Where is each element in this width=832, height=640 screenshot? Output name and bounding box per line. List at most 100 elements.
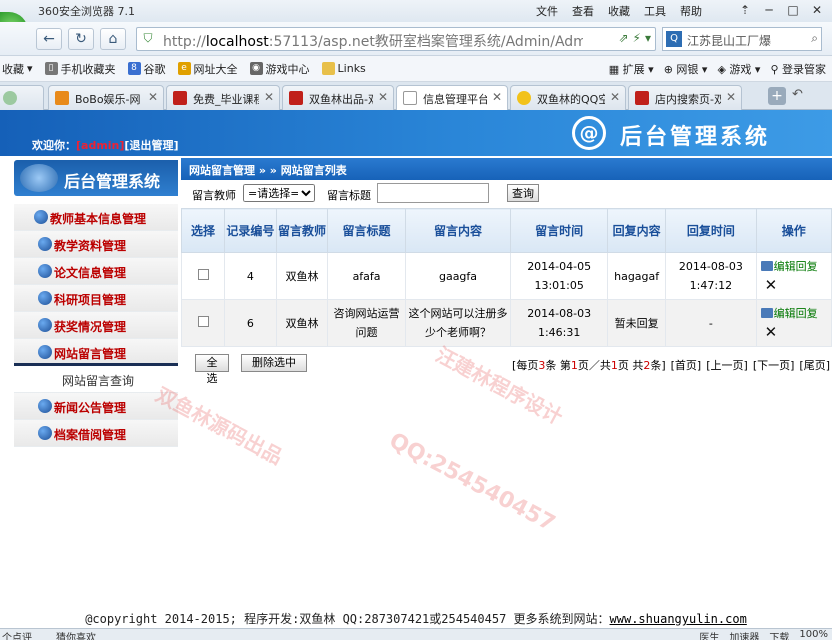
table-row: 4 双鱼林 afafa gaagfa 2014-04-05 13:01:05 h… xyxy=(180,252,832,300)
sidebar-item-awards[interactable]: 获奖情况管理 xyxy=(14,312,178,339)
menu-file[interactable]: 文件 xyxy=(536,3,558,19)
row-reply-time: - xyxy=(665,299,757,347)
tab-free[interactable]: 免费_毕业课程 ✕ xyxy=(166,85,280,110)
footer-text: @copyright 2014-2015; 程序开发:双鱼林 QQ:287307… xyxy=(85,612,610,626)
gear-icon xyxy=(38,291,52,305)
bank-button[interactable]: ⊕ 网银 ▾ xyxy=(664,61,708,77)
tab-info-platform[interactable]: 信息管理平台 ✕ xyxy=(396,85,508,111)
search-input[interactable]: 江苏昆山工厂爆 xyxy=(687,32,797,49)
sidebar-item-archive[interactable]: 档案借阅管理 xyxy=(14,420,178,447)
share-icon[interactable]: ⇗ xyxy=(618,31,628,45)
tab-close-icon[interactable]: ✕ xyxy=(492,90,502,104)
status-doctor[interactable]: 医生 xyxy=(699,629,719,640)
tab-label: 店内搜索页-双 xyxy=(655,93,721,106)
refresh-icon[interactable]: ↻ xyxy=(68,28,94,50)
delete-selected-button[interactable]: 删除选中 xyxy=(241,354,307,372)
edit-reply-link[interactable]: 编辑回复 xyxy=(774,260,818,273)
search-engine-icon[interactable]: Q xyxy=(666,31,682,47)
row-checkbox[interactable] xyxy=(197,268,209,280)
filter-bar: 留言教师 =请选择= 留言标题 查询 xyxy=(181,180,832,208)
select-all-button[interactable]: 全选 xyxy=(195,354,229,385)
tab-close-icon[interactable]: ✕ xyxy=(726,90,736,104)
maximize-icon[interactable]: □ xyxy=(782,1,804,19)
search-button[interactable]: 查询 xyxy=(507,184,539,202)
edit-reply-link[interactable]: 编辑回复 xyxy=(774,307,818,320)
delete-icon[interactable]: ✕ xyxy=(765,323,778,341)
tab-close-icon[interactable]: ✕ xyxy=(148,90,158,104)
status-zoom[interactable]: 100% xyxy=(799,629,828,640)
sidebar-subitem-message-query[interactable]: 网站留言查询 xyxy=(14,366,178,393)
sidebar-item-messages[interactable]: 网站留言管理 xyxy=(14,339,178,366)
sidebar-item-teacher[interactable]: 教师基本信息管理 xyxy=(14,204,178,231)
url-input[interactable]: ⛉ http://localhost:57113/asp.net教研室档案管理系… xyxy=(136,27,656,51)
fav-google[interactable]: 8 谷歌 xyxy=(127,61,166,77)
pager-prev[interactable]: [上一页] xyxy=(706,359,748,372)
new-tab-icon[interactable]: + xyxy=(768,87,786,105)
search-icon[interactable]: ⌕ xyxy=(811,31,818,46)
teacher-select[interactable]: =请选择= xyxy=(243,184,315,202)
home-icon[interactable]: ⌂ xyxy=(100,28,126,50)
sidebar-item-label: 教师基本信息管理 xyxy=(50,212,147,226)
tab-store[interactable]: 店内搜索页-双 ✕ xyxy=(628,85,742,110)
row-select-cell xyxy=(180,252,226,300)
logout-link[interactable]: [退出管理] xyxy=(124,139,178,152)
sidebar-item-papers[interactable]: 论文信息管理 xyxy=(14,258,178,285)
tab-bobo[interactable]: BoBo娱乐-网 ✕ xyxy=(48,85,164,110)
row-checkbox[interactable] xyxy=(197,315,209,327)
login-manager-button[interactable]: ⚲ 登录管家 xyxy=(770,61,826,77)
fav-collect[interactable]: 收藏 ▾ xyxy=(2,61,33,77)
minimize-icon[interactable]: ─ xyxy=(758,1,780,19)
table-header-row: 选择 记录编号 留言教师 留言标题 留言内容 留言时间 回复内容 回复时间 操作 xyxy=(180,208,832,253)
status-download[interactable]: 下载 xyxy=(769,629,789,640)
close-icon[interactable]: ✕ xyxy=(806,1,828,19)
tab-bar: BoBo娱乐-网 ✕ 免费_毕业课程 ✕ 双鱼林出品-双 ✕ 信息管理平台 ✕ 双鱼林的… xyxy=(0,82,832,111)
search-box[interactable]: Q 江苏昆山工厂爆 ⌕ xyxy=(662,27,822,51)
sidebar-item-news[interactable]: 新闻公告管理 xyxy=(14,393,178,420)
status-mid[interactable]: 猜你喜欢 xyxy=(56,629,96,640)
tab-close-icon[interactable]: ✕ xyxy=(378,90,388,104)
col-header-select: 选择 xyxy=(180,208,226,253)
row-id: 4 xyxy=(224,252,277,300)
tab-shuangyulin[interactable]: 双鱼林出品-双 ✕ xyxy=(282,85,394,110)
sidebar-item-label: 科研项目管理 xyxy=(54,293,127,307)
status-accelerator[interactable]: 加速器 xyxy=(729,629,759,640)
fav-mobile[interactable]: ▯ 手机收藏夹 xyxy=(44,61,116,77)
footer-link[interactable]: www.shuangyulin.com xyxy=(610,612,747,626)
menu-help[interactable]: 帮助 xyxy=(680,3,702,19)
shield-icon: ⛉ xyxy=(143,31,153,45)
pager-first[interactable]: [首页] xyxy=(671,359,702,372)
menu-view[interactable]: 查看 xyxy=(572,3,594,19)
row-actions: 编辑回复 ✕ xyxy=(755,299,832,347)
menu-favorites[interactable]: 收藏 xyxy=(608,3,630,19)
tab-label: 双鱼林的QQ空 xyxy=(537,93,605,106)
fav-label: 游戏中心 xyxy=(265,62,310,76)
tab-qq[interactable]: 双鱼林的QQ空 ✕ xyxy=(510,85,626,110)
delete-icon[interactable]: ✕ xyxy=(765,276,778,294)
row-select-cell xyxy=(180,299,226,347)
undo-icon[interactable]: ↶ xyxy=(792,87,803,102)
dropdown-icon[interactable]: ▾ xyxy=(645,31,651,45)
extensions-button[interactable]: ▦ 扩展 ▾ xyxy=(609,61,654,77)
title-input[interactable] xyxy=(377,183,489,203)
tab-cloud[interactable] xyxy=(0,85,44,110)
tab-favicon xyxy=(55,91,69,105)
pager-next[interactable]: [下一页] xyxy=(753,359,795,372)
breadcrumb: 网站留言管理 » » 网站留言列表 xyxy=(181,158,832,180)
tab-close-icon[interactable]: ✕ xyxy=(610,90,620,104)
pin-icon[interactable]: ⇡ xyxy=(734,1,756,19)
tab-close-icon[interactable]: ✕ xyxy=(264,90,274,104)
fav-daquan[interactable]: e 网址大全 xyxy=(177,61,238,77)
fav-links[interactable]: Links xyxy=(321,62,366,75)
sidebar-menu: 教师基本信息管理 教学资料管理 论文信息管理 科研项目管理 获奖情况管理 网站留… xyxy=(14,204,178,447)
fav-games[interactable]: ◉ 游戏中心 xyxy=(249,61,310,77)
address-bar: ← ↻ ⌂ ⛉ http://localhost:57113/asp.net教研… xyxy=(0,22,832,56)
game-button[interactable]: ◈ 游戏 ▾ xyxy=(717,61,760,77)
row-teacher: 双鱼林 xyxy=(275,299,329,347)
menu-tools[interactable]: 工具 xyxy=(644,3,666,19)
page-footer: @copyright 2014-2015; 程序开发:双鱼林 QQ:287307… xyxy=(0,610,832,627)
lightning-icon[interactable]: ⚡ xyxy=(633,31,641,45)
back-icon[interactable]: ← xyxy=(36,28,62,50)
sidebar-item-materials[interactable]: 教学资料管理 xyxy=(14,231,178,258)
sidebar-item-research[interactable]: 科研项目管理 xyxy=(14,285,178,312)
pager-last[interactable]: [尾页] xyxy=(799,359,830,372)
